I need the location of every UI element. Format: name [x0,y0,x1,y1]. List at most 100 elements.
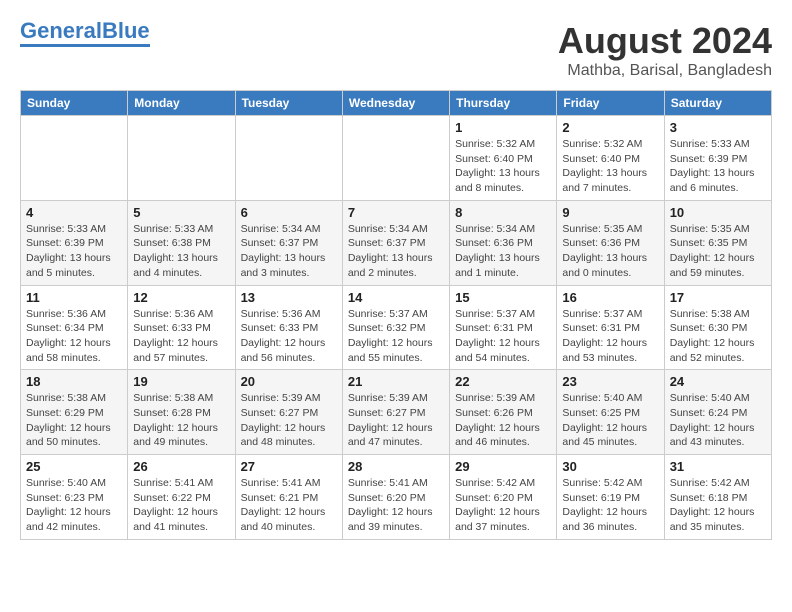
header-saturday: Saturday [664,91,771,116]
calendar-cell: 7 Sunrise: 5:34 AMSunset: 6:37 PMDaylight… [342,200,449,285]
week-row-1: 4 Sunrise: 5:33 AMSunset: 6:39 PMDaylight… [21,200,772,285]
calendar-cell: 29 Sunrise: 5:42 AMSunset: 6:20 PMDayligh… [450,455,557,540]
day-number: 3 [670,120,766,135]
calendar-cell: 9 Sunrise: 5:35 AMSunset: 6:36 PMDaylight… [557,200,664,285]
day-number: 16 [562,290,658,305]
calendar-cell: 4 Sunrise: 5:33 AMSunset: 6:39 PMDaylight… [21,200,128,285]
day-number: 9 [562,205,658,220]
calendar-cell: 17 Sunrise: 5:38 AMSunset: 6:30 PMDayligh… [664,285,771,370]
day-number: 2 [562,120,658,135]
day-number: 7 [348,205,444,220]
calendar-cell: 23 Sunrise: 5:40 AMSunset: 6:25 PMDayligh… [557,370,664,455]
day-info: Sunrise: 5:40 AMSunset: 6:24 PMDaylight:… [670,391,766,450]
calendar-cell [128,116,235,201]
calendar-table: SundayMondayTuesdayWednesdayThursdayFrid… [20,90,772,540]
calendar-cell: 6Sunrise: 5:34 AMSunset: 6:37 PMDaylight… [235,200,342,285]
day-number: 29 [455,459,551,474]
calendar-cell: 1 Sunrise: 5:32 AMSunset: 6:40 PMDaylight… [450,116,557,201]
day-number: 19 [133,374,229,389]
day-info: Sunrise: 5:38 AMSunset: 6:30 PMDaylight:… [670,307,766,366]
day-info: Sunrise: 5:36 AMSunset: 6:33 PMDaylight:… [133,307,229,366]
day-info: Sunrise: 5:41 AMSunset: 6:22 PMDaylight:… [133,476,229,535]
calendar-cell: 30 Sunrise: 5:42 AMSunset: 6:19 PMDayligh… [557,455,664,540]
calendar-cell [235,116,342,201]
day-number: 22 [455,374,551,389]
location: Mathba, Barisal, Bangladesh [558,62,772,80]
day-info: Sunrise: 5:33 AMSunset: 6:39 PMDaylight:… [26,222,122,281]
calendar-cell: 20 Sunrise: 5:39 AMSunset: 6:27 PMDayligh… [235,370,342,455]
calendar-cell: 28Sunrise: 5:41 AMSunset: 6:20 PMDayligh… [342,455,449,540]
calendar-cell: 27Sunrise: 5:41 AMSunset: 6:21 PMDayligh… [235,455,342,540]
logo-part1: General [20,18,102,43]
day-info: Sunrise: 5:42 AMSunset: 6:20 PMDaylight:… [455,476,551,535]
day-number: 15 [455,290,551,305]
calendar-cell: 21 Sunrise: 5:39 AMSunset: 6:27 PMDayligh… [342,370,449,455]
day-number: 11 [26,290,122,305]
calendar-cell: 19 Sunrise: 5:38 AMSunset: 6:28 PMDayligh… [128,370,235,455]
calendar-cell: 2 Sunrise: 5:32 AMSunset: 6:40 PMDaylight… [557,116,664,201]
day-info: Sunrise: 5:39 AMSunset: 6:27 PMDaylight:… [241,391,337,450]
day-info: Sunrise: 5:39 AMSunset: 6:27 PMDaylight:… [348,391,444,450]
header-tuesday: Tuesday [235,91,342,116]
calendar-cell: 11Sunrise: 5:36 AMSunset: 6:34 PMDayligh… [21,285,128,370]
day-number: 28 [348,459,444,474]
day-number: 20 [241,374,337,389]
day-info: Sunrise: 5:32 AMSunset: 6:40 PMDaylight:… [455,137,551,196]
week-row-0: 1 Sunrise: 5:32 AMSunset: 6:40 PMDaylight… [21,116,772,201]
day-info: Sunrise: 5:40 AMSunset: 6:25 PMDaylight:… [562,391,658,450]
day-number: 6 [241,205,337,220]
week-row-3: 18 Sunrise: 5:38 AMSunset: 6:29 PMDayligh… [21,370,772,455]
day-info: Sunrise: 5:33 AMSunset: 6:38 PMDaylight:… [133,222,229,281]
day-info: Sunrise: 5:35 AMSunset: 6:35 PMDaylight:… [670,222,766,281]
day-number: 24 [670,374,766,389]
calendar-cell: 8Sunrise: 5:34 AMSunset: 6:36 PMDaylight… [450,200,557,285]
day-info: Sunrise: 5:38 AMSunset: 6:29 PMDaylight:… [26,391,122,450]
calendar-cell: 13Sunrise: 5:36 AMSunset: 6:33 PMDayligh… [235,285,342,370]
day-info: Sunrise: 5:40 AMSunset: 6:23 PMDaylight:… [26,476,122,535]
day-info: Sunrise: 5:37 AMSunset: 6:31 PMDaylight:… [562,307,658,366]
day-info: Sunrise: 5:37 AMSunset: 6:31 PMDaylight:… [455,307,551,366]
day-number: 1 [455,120,551,135]
week-row-2: 11Sunrise: 5:36 AMSunset: 6:34 PMDayligh… [21,285,772,370]
week-row-4: 25 Sunrise: 5:40 AMSunset: 6:23 PMDayligh… [21,455,772,540]
day-number: 5 [133,205,229,220]
day-number: 12 [133,290,229,305]
calendar-cell [21,116,128,201]
day-info: Sunrise: 5:33 AMSunset: 6:39 PMDaylight:… [670,137,766,196]
day-number: 30 [562,459,658,474]
day-info: Sunrise: 5:37 AMSunset: 6:32 PMDaylight:… [348,307,444,366]
day-number: 18 [26,374,122,389]
logo: GeneralBlue [20,20,150,47]
calendar-cell: 22Sunrise: 5:39 AMSunset: 6:26 PMDayligh… [450,370,557,455]
title-block: August 2024 Mathba, Barisal, Bangladesh [558,20,772,80]
calendar-cell: 16 Sunrise: 5:37 AMSunset: 6:31 PMDayligh… [557,285,664,370]
month-year: August 2024 [558,20,772,62]
calendar-cell: 26 Sunrise: 5:41 AMSunset: 6:22 PMDayligh… [128,455,235,540]
header-monday: Monday [128,91,235,116]
calendar-cell: 5 Sunrise: 5:33 AMSunset: 6:38 PMDaylight… [128,200,235,285]
day-number: 23 [562,374,658,389]
day-info: Sunrise: 5:32 AMSunset: 6:40 PMDaylight:… [562,137,658,196]
page-header: GeneralBlue August 2024 Mathba, Barisal,… [20,20,772,80]
day-info: Sunrise: 5:35 AMSunset: 6:36 PMDaylight:… [562,222,658,281]
day-number: 4 [26,205,122,220]
day-number: 13 [241,290,337,305]
calendar-cell: 31Sunrise: 5:42 AMSunset: 6:18 PMDayligh… [664,455,771,540]
day-number: 10 [670,205,766,220]
day-info: Sunrise: 5:38 AMSunset: 6:28 PMDaylight:… [133,391,229,450]
calendar-cell: 24 Sunrise: 5:40 AMSunset: 6:24 PMDayligh… [664,370,771,455]
day-number: 26 [133,459,229,474]
day-number: 17 [670,290,766,305]
calendar-cell: 10 Sunrise: 5:35 AMSunset: 6:35 PMDayligh… [664,200,771,285]
day-info: Sunrise: 5:34 AMSunset: 6:37 PMDaylight:… [348,222,444,281]
day-number: 21 [348,374,444,389]
header-wednesday: Wednesday [342,91,449,116]
day-number: 25 [26,459,122,474]
day-info: Sunrise: 5:42 AMSunset: 6:19 PMDaylight:… [562,476,658,535]
calendar-cell: 3 Sunrise: 5:33 AMSunset: 6:39 PMDaylight… [664,116,771,201]
day-info: Sunrise: 5:42 AMSunset: 6:18 PMDaylight:… [670,476,766,535]
header-friday: Friday [557,91,664,116]
calendar-cell: 12 Sunrise: 5:36 AMSunset: 6:33 PMDayligh… [128,285,235,370]
calendar-cell [342,116,449,201]
logo-underline [20,44,150,47]
